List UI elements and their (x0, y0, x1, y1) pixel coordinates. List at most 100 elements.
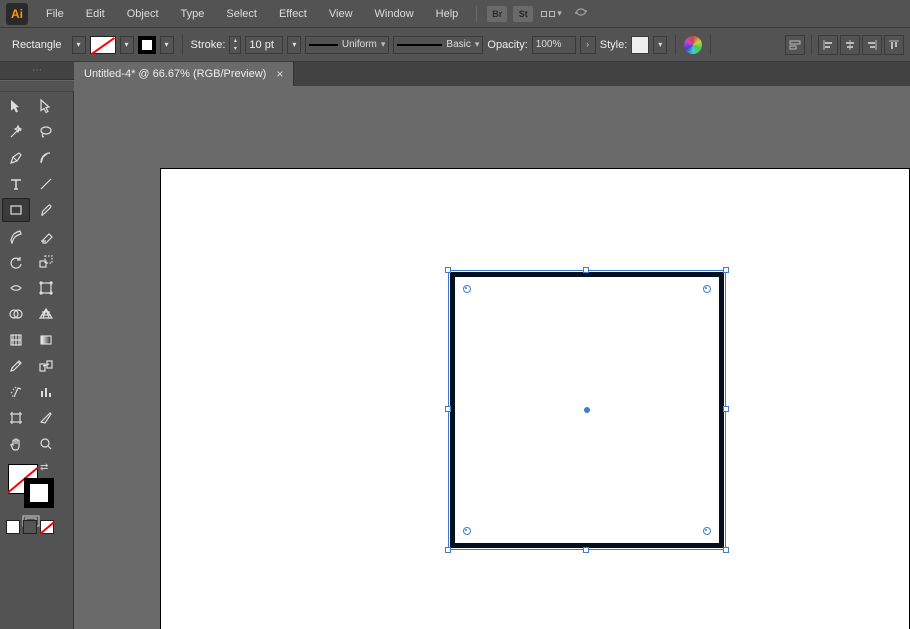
menu-effect[interactable]: Effect (269, 4, 317, 24)
document-tabbar: Untitled-4* @ 66.67% (RGB/Preview) × (74, 62, 910, 86)
resize-handle-middle-left[interactable] (445, 406, 451, 412)
free-transform-tool[interactable] (32, 276, 60, 300)
variable-width-profile-dropdown[interactable]: Uniform▾ (305, 36, 389, 54)
stroke-label[interactable]: Stroke: (191, 39, 226, 51)
curvature-tool[interactable] (32, 146, 60, 170)
live-corner-widget-top-left[interactable] (463, 285, 471, 293)
artboard-tool[interactable] (2, 406, 30, 430)
stroke-weight-input[interactable] (245, 36, 283, 54)
menu-edit[interactable]: Edit (76, 4, 115, 24)
brush-label: Basic (446, 39, 470, 50)
hand-tool[interactable] (2, 432, 30, 456)
stroke-indicator[interactable] (24, 478, 54, 508)
lasso-tool[interactable] (32, 120, 60, 144)
stroke-weight-stepper[interactable]: ▴▾ (229, 36, 241, 54)
graphic-style-swatch[interactable] (631, 36, 649, 54)
zoom-tool[interactable] (32, 432, 60, 456)
menu-type[interactable]: Type (171, 4, 215, 24)
sync-settings-icon[interactable] (572, 5, 590, 22)
tools-grip[interactable] (0, 80, 74, 92)
stroke-swatch[interactable] (138, 36, 156, 54)
width-tool[interactable] (2, 276, 30, 300)
opacity-dropdown[interactable]: › (580, 36, 596, 54)
close-icon[interactable]: × (276, 67, 283, 81)
align-top-button[interactable] (884, 35, 904, 55)
style-label[interactable]: Style: (600, 39, 628, 51)
menu-help[interactable]: Help (426, 4, 469, 24)
swap-fill-stroke-icon[interactable]: ⇄ (40, 462, 48, 473)
eraser-tool[interactable] (32, 224, 60, 248)
slice-tool[interactable] (32, 406, 60, 430)
shaper-tool[interactable] (2, 224, 30, 248)
align-left-button[interactable] (818, 35, 838, 55)
stroke-weight-dropdown[interactable]: ▾ (287, 36, 301, 54)
mesh-tool[interactable] (2, 328, 30, 352)
separator (182, 35, 183, 55)
gradient-mode-button[interactable] (23, 520, 37, 534)
resize-handle-top-right[interactable] (723, 267, 729, 273)
align-right-button[interactable] (862, 35, 882, 55)
arrange-documents-button[interactable]: ▾ (541, 8, 562, 19)
document-tab[interactable]: Untitled-4* @ 66.67% (RGB/Preview) × (74, 62, 294, 86)
collapsed-panel-tab[interactable] (0, 62, 74, 80)
opacity-label[interactable]: Opacity: (487, 39, 527, 51)
live-corner-widget-bottom-left[interactable] (463, 527, 471, 535)
align-hcenter-button[interactable] (840, 35, 860, 55)
resize-handle-bottom-left[interactable] (445, 547, 451, 553)
menu-window[interactable]: Window (365, 4, 424, 24)
resize-handle-top-left[interactable] (445, 267, 451, 273)
resize-handle-bottom-right[interactable] (723, 547, 729, 553)
resize-handle-bottom-middle[interactable] (583, 547, 589, 553)
left-column: ⇄ (0, 62, 74, 629)
stroke-dropdown[interactable]: ▾ (160, 36, 174, 54)
rectangle-tool[interactable] (2, 198, 30, 222)
menu-bar: Ai File Edit Object Type Select Effect V… (0, 0, 910, 28)
live-corner-widget-top-right[interactable] (703, 285, 711, 293)
symbol-sprayer-tool[interactable] (2, 380, 30, 404)
selection-type-label: Rectangle (6, 39, 68, 51)
fill-stroke-indicator[interactable]: ⇄ (2, 462, 60, 516)
canvas[interactable] (74, 86, 910, 629)
gradient-tool[interactable] (32, 328, 60, 352)
perspective-grid-tool[interactable] (32, 302, 60, 326)
stock-button[interactable]: St (513, 6, 533, 22)
workspace: ⇄ Untitled-4* @ 66.67% (RGB/Preview) × (0, 62, 910, 629)
menu-file[interactable]: File (36, 4, 74, 24)
selection-type-dropdown[interactable]: ▾ (72, 36, 86, 54)
scale-tool[interactable] (32, 250, 60, 274)
selection-tool[interactable] (2, 94, 30, 118)
blend-tool[interactable] (32, 354, 60, 378)
rotate-tool[interactable] (2, 250, 30, 274)
column-graph-tool[interactable] (32, 380, 60, 404)
direct-selection-tool[interactable] (32, 94, 60, 118)
center-point-icon[interactable] (584, 407, 590, 413)
brush-definition-dropdown[interactable]: Basic▾ (393, 36, 483, 54)
separator (710, 35, 711, 55)
selection-bounding-box[interactable] (448, 270, 726, 550)
fill-swatch[interactable] (90, 36, 116, 54)
graphic-style-dropdown[interactable]: ▾ (653, 36, 667, 54)
recolor-artwork-button[interactable] (684, 36, 702, 54)
color-mode-button[interactable] (6, 520, 20, 534)
fill-dropdown[interactable]: ▾ (120, 36, 134, 54)
menu-object[interactable]: Object (117, 4, 169, 24)
app-icon: Ai (6, 3, 28, 25)
separator (675, 35, 676, 55)
pen-tool[interactable] (2, 146, 30, 170)
none-mode-button[interactable] (40, 520, 54, 534)
eyedropper-tool[interactable] (2, 354, 30, 378)
shape-builder-tool[interactable] (2, 302, 30, 326)
opacity-input[interactable]: 100% (532, 36, 576, 54)
menu-select[interactable]: Select (216, 4, 267, 24)
paintbrush-tool[interactable] (32, 198, 60, 222)
align-button[interactable] (785, 35, 805, 55)
resize-handle-middle-right[interactable] (723, 406, 729, 412)
resize-handle-top-middle[interactable] (583, 267, 589, 273)
menu-view[interactable]: View (319, 4, 363, 24)
type-tool[interactable] (2, 172, 30, 196)
separator (811, 35, 812, 55)
bridge-button[interactable]: Br (487, 6, 507, 22)
magic-wand-tool[interactable] (2, 120, 30, 144)
live-corner-widget-bottom-right[interactable] (703, 527, 711, 535)
line-segment-tool[interactable] (32, 172, 60, 196)
